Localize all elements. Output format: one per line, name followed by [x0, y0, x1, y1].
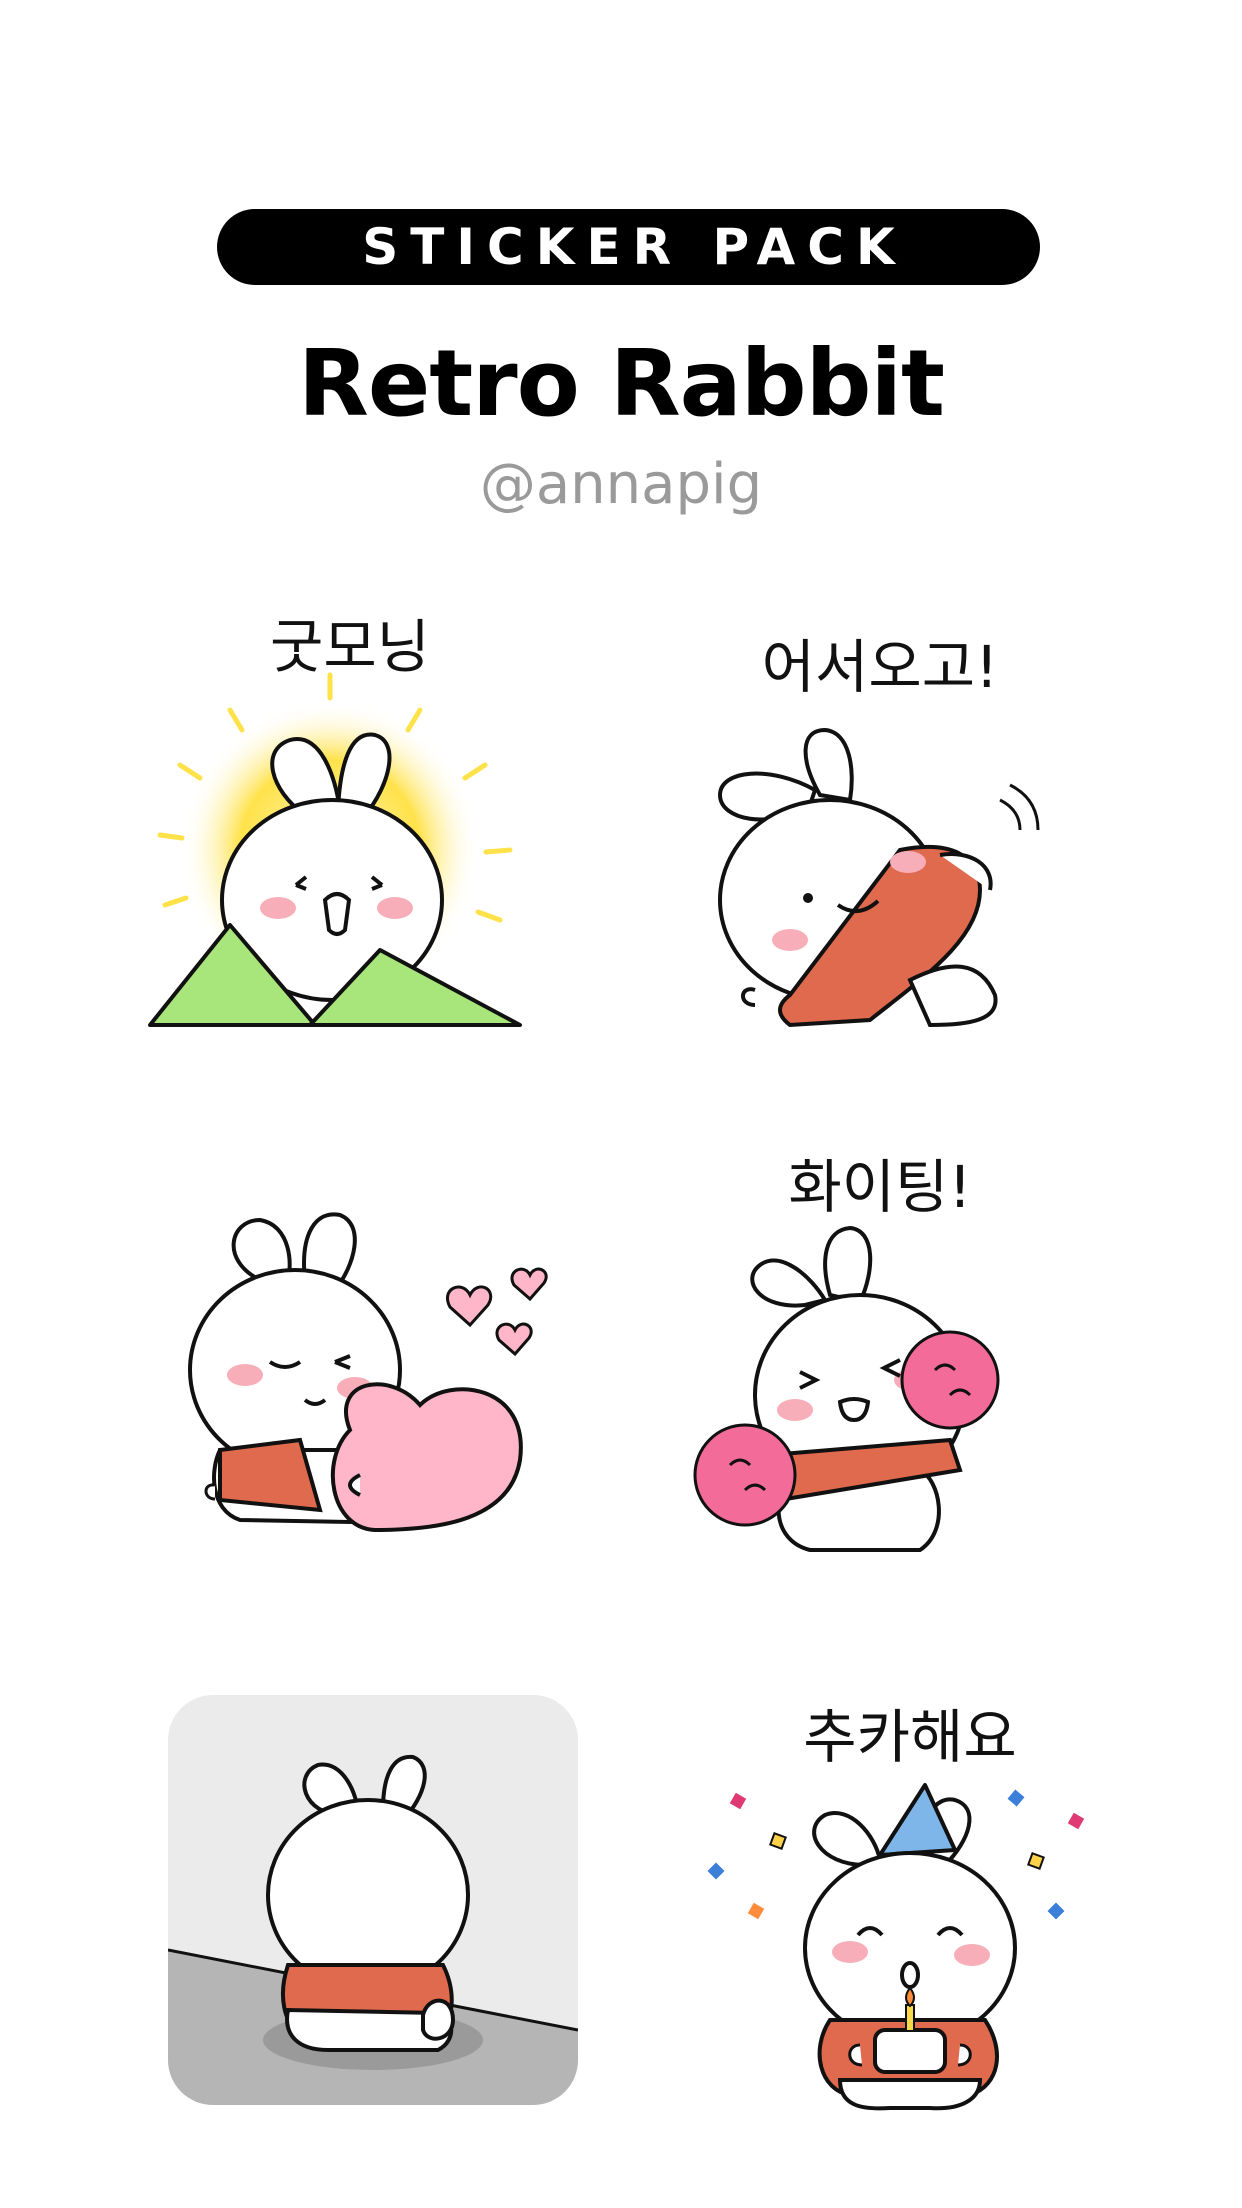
rabbit-hugging-heart-icon — [188, 1212, 548, 1533]
sticker-pack-label: STICKER PACK — [362, 218, 907, 276]
sticker-hug-heart[interactable] — [150, 1130, 610, 1590]
good-morning-rabbit-icon — [148, 672, 522, 1027]
sticker-sad-corner[interactable] — [143, 1695, 603, 2105]
waving-rabbit-icon — [717, 727, 1040, 1028]
sticker-come-quickly[interactable]: 어서오고! — [650, 600, 1110, 1060]
sticker-fighting[interactable]: 화이팅! — [650, 1110, 1110, 1590]
sad-rabbit-corner-icon — [168, 1695, 578, 2105]
birthday-rabbit-icon — [707, 1783, 1085, 2111]
sticker-good-morning[interactable]: 굿모닝 — [120, 580, 580, 1040]
sticker-congratulations[interactable]: 추카해요 — [680, 1690, 1140, 2120]
pack-title: Retro Rabbit — [298, 330, 945, 437]
author-handle: @annapig — [479, 452, 763, 517]
sticker-pack-badge: STICKER PACK — [217, 209, 1040, 285]
cheering-rabbit-icon — [693, 1225, 1000, 1552]
